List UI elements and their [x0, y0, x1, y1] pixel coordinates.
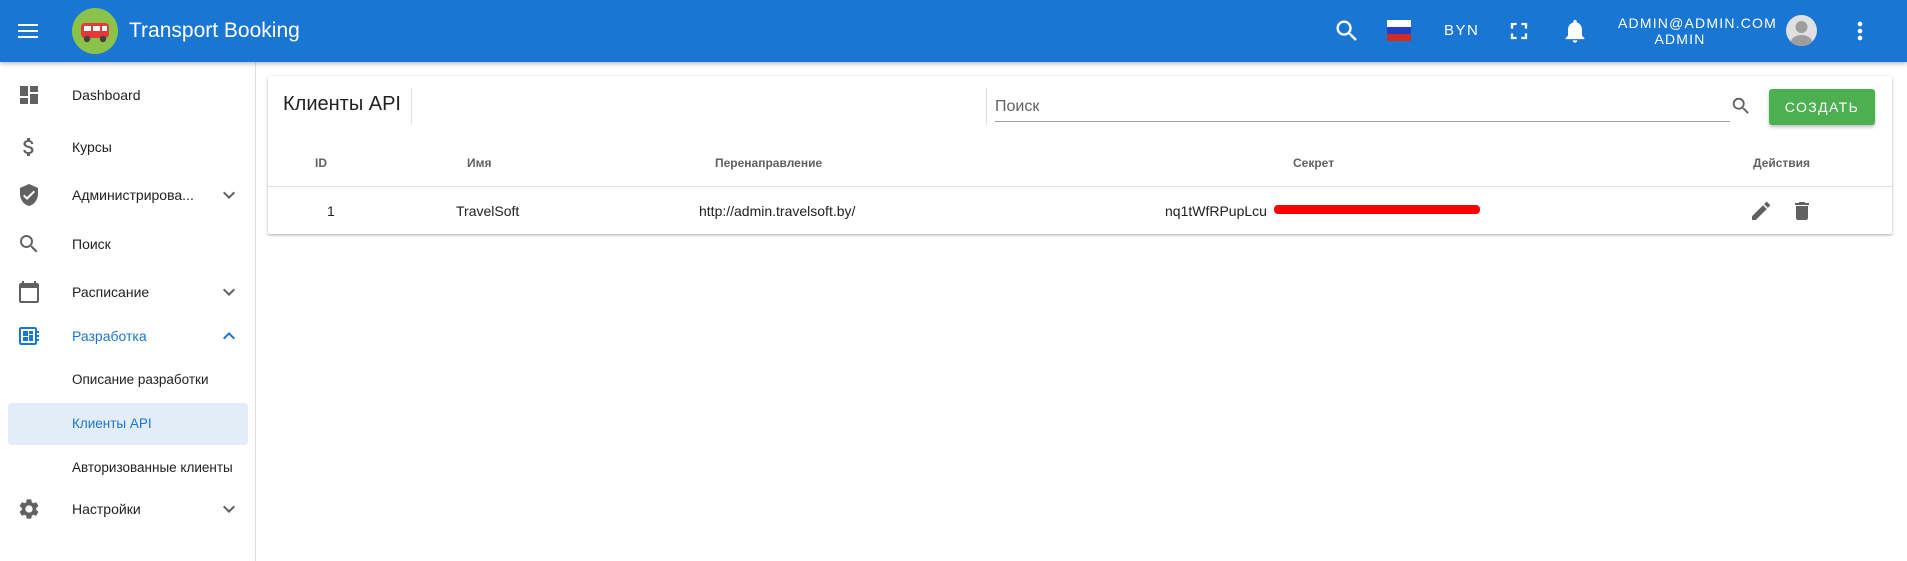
gear-icon [17, 497, 41, 521]
sidebar-item-label: Dashboard [72, 87, 141, 103]
api-clients-card: Клиенты API СОЗДАТЬ ID Имя Перенаправлен… [268, 76, 1892, 234]
user-email: ADMIN@ADMIN.COM [1618, 15, 1777, 31]
fullscreen-icon[interactable] [1505, 17, 1533, 45]
sidebar-subitem-dev-description[interactable]: Описание разработки [8, 359, 248, 401]
column-header-redirect[interactable]: Перенаправление [715, 156, 822, 170]
currency-selector[interactable]: BYN [1444, 22, 1479, 39]
shield-check-icon [17, 183, 41, 207]
user-role: ADMIN [1654, 31, 1706, 47]
app-title: Transport Booking [129, 19, 300, 42]
column-header-id[interactable]: ID [315, 156, 327, 170]
bus-logo-icon [72, 8, 118, 54]
cell-name: TravelSoft [456, 203, 520, 219]
top-app-bar: Transport Booking BYN ADMIN@ADMIN.COM AD… [0, 0, 1907, 62]
trash-icon[interactable] [1790, 199, 1814, 223]
sidebar-subitem-label: Клиенты API [72, 416, 152, 431]
column-header-name[interactable]: Имя [467, 156, 492, 170]
russian-flag-icon[interactable] [1387, 20, 1411, 41]
redaction-mark [1274, 205, 1480, 214]
sidebar-item-label: Разработка [72, 328, 147, 344]
dollar-icon [17, 135, 41, 159]
calendar-icon [17, 280, 41, 304]
sidebar: Dashboard Курсы Администрирова... Поиск … [0, 62, 256, 561]
search-icon[interactable] [1333, 17, 1361, 45]
user-info[interactable]: ADMIN@ADMIN.COM ADMIN [1618, 15, 1777, 47]
search-icon [17, 232, 41, 256]
bell-icon[interactable] [1561, 17, 1589, 45]
sidebar-item-label: Курсы [72, 139, 112, 155]
sidebar-subitem-label: Авторизованные клиенты [72, 460, 233, 475]
sidebar-item-label: Администрирова... [72, 187, 194, 203]
more-vert-icon[interactable] [1846, 17, 1874, 45]
page-title: Клиенты API [283, 93, 401, 115]
cell-redirect: http://admin.travelsoft.by/ [699, 203, 856, 219]
chevron-down-icon [217, 497, 241, 521]
avatar[interactable] [1786, 15, 1817, 46]
sidebar-item-settings[interactable]: Настройки [0, 487, 255, 531]
divider [268, 186, 1892, 187]
developer-board-icon [17, 324, 41, 348]
sidebar-item-administration[interactable]: Администрирова... [0, 173, 255, 217]
sidebar-subitem-authorized-clients[interactable]: Авторизованные клиенты [8, 447, 248, 489]
menu-icon[interactable] [13, 17, 43, 45]
sidebar-subitem-api-clients[interactable]: Клиенты API [8, 403, 248, 445]
cell-secret: nq1tWfRPupLcu [1165, 203, 1267, 219]
column-header-actions: Действия [1753, 156, 1811, 170]
sidebar-item-development[interactable]: Разработка [0, 314, 255, 358]
cell-id: 1 [327, 203, 335, 219]
sidebar-item-rates[interactable]: Курсы [0, 125, 255, 169]
create-button[interactable]: СОЗДАТЬ [1769, 89, 1875, 125]
divider [411, 88, 412, 124]
sidebar-item-label: Расписание [72, 284, 150, 300]
sidebar-item-label: Поиск [72, 236, 111, 252]
edit-icon[interactable] [1749, 199, 1773, 223]
chevron-down-icon [217, 280, 241, 304]
sidebar-subitem-label: Описание разработки [72, 372, 209, 387]
search-input[interactable] [995, 93, 1730, 122]
sidebar-item-schedule[interactable]: Расписание [0, 270, 255, 314]
search-icon[interactable] [1730, 95, 1752, 117]
dashboard-icon [17, 83, 41, 107]
sidebar-item-dashboard[interactable]: Dashboard [0, 73, 255, 117]
sidebar-item-search[interactable]: Поиск [0, 222, 255, 266]
chevron-up-icon [217, 324, 241, 348]
sidebar-item-label: Настройки [72, 501, 141, 517]
column-header-secret[interactable]: Секрет [1293, 156, 1334, 170]
chevron-down-icon [217, 183, 241, 207]
divider [986, 88, 987, 124]
